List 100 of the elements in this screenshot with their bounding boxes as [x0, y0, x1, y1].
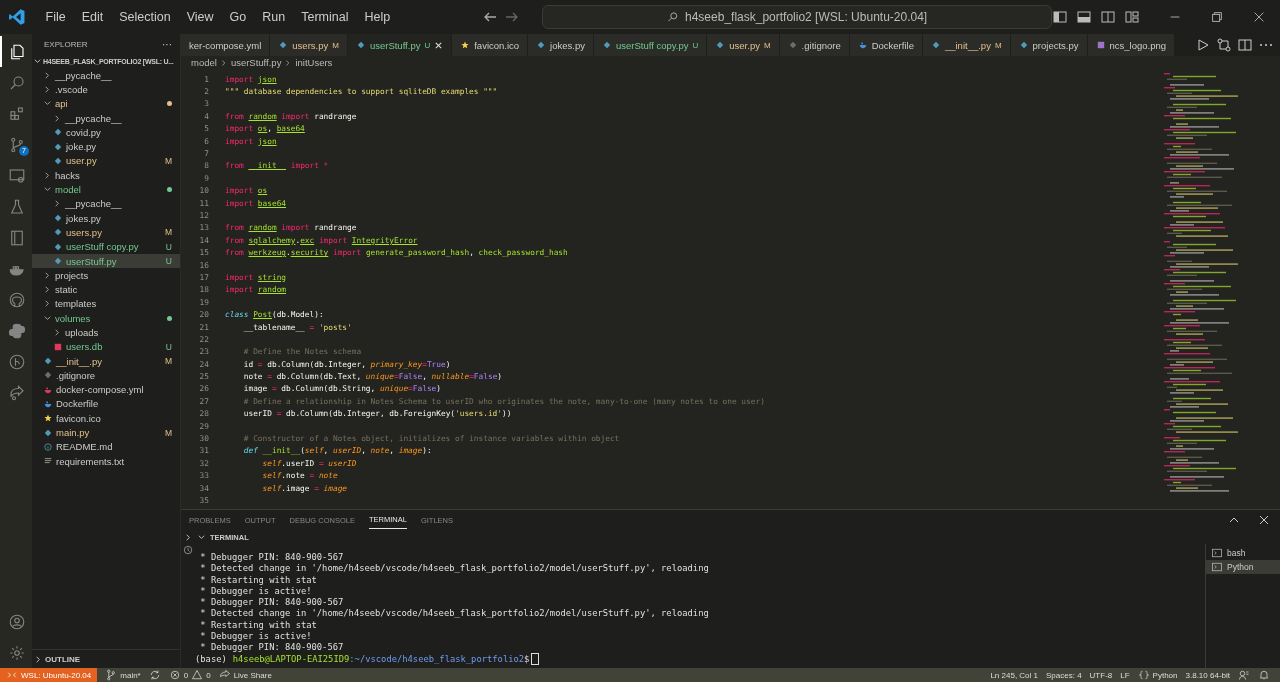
file-tree-item[interactable]: hacks [32, 168, 180, 183]
interpreter-version[interactable]: 3.8.10 64-bit [1185, 670, 1230, 680]
live-share-button[interactable]: Live Share [218, 669, 272, 681]
file-name: requirements.txt [56, 455, 126, 467]
terminal-line: * Detected change in '/home/h4seeb/vscode/h4seeb_flask_portfolio2/model/userStuff.py', reloading [199, 563, 710, 575]
outline-section-header[interactable]: OUTLINE [45, 654, 81, 664]
breadcrumb-item[interactable]: initUsers [295, 57, 333, 68]
file-tree-item[interactable]: uploads [32, 325, 180, 340]
file-tree-item[interactable]: __pycache__ [32, 68, 180, 83]
tab-label: __init__.py [944, 39, 991, 51]
menu-item[interactable]: Go [221, 10, 255, 24]
file-name: Dockerfile [56, 398, 100, 410]
command-center-field[interactable]: h4seeb_flask_portfolio2 [WSL: Ubuntu-20.04] [542, 5, 1052, 29]
breadcrumb-item[interactable]: model [191, 57, 217, 68]
menu-item[interactable]: Terminal [293, 10, 357, 24]
git-status-letter: U [165, 256, 172, 266]
file-name: user.py [66, 155, 98, 167]
menu-item[interactable]: View [178, 10, 222, 24]
git-status-letter: U [165, 341, 172, 352]
tab-label: favicon.ico [474, 39, 520, 51]
terminal-line: * Restarting with stat [199, 619, 318, 632]
editor-tab[interactable]: __init__.py M [922, 34, 1011, 56]
file-tree-item[interactable]: README.md [32, 439, 180, 454]
file-tree-item[interactable]: users.db U [32, 339, 180, 354]
file-name: covid.py [66, 126, 102, 138]
git-status-letter: U [424, 40, 431, 50]
file-tree-item[interactable]: .vscode [32, 82, 180, 97]
file-tree-item[interactable]: .gitignore [32, 368, 180, 383]
branch-indicator[interactable]: main* [105, 669, 141, 681]
explorer-title: EXPLORER [44, 39, 88, 49]
file-name: volumes [55, 312, 92, 324]
file-name: __init__.py [56, 355, 103, 367]
more-actions-button[interactable]: ··· [162, 38, 172, 50]
status-item[interactable]: LF [1120, 670, 1130, 680]
editor-tab[interactable]: favicon.ico [452, 34, 529, 56]
editor-tab[interactable]: projects.py [1010, 34, 1088, 56]
file-tree-item[interactable]: userStuff.py U [32, 253, 180, 269]
file-tree-item[interactable]: model [32, 182, 180, 197]
editor-tab[interactable]: userStuff.py U [347, 34, 453, 56]
file-tree-item[interactable]: favicon.ico [32, 411, 180, 426]
file-name: joke.py [66, 141, 98, 153]
editor-tab[interactable]: user.py M [707, 34, 780, 56]
file-tree-item[interactable]: requirements.txt [32, 454, 180, 469]
menu-item[interactable]: Edit [73, 10, 112, 24]
file-tree-item[interactable]: templates [32, 296, 180, 312]
menu-item[interactable]: Selection [111, 10, 179, 24]
file-tree-item[interactable]: docker-compose.yml [32, 382, 180, 397]
file-tree-item[interactable]: __init__.py M [32, 353, 180, 369]
editor-tab[interactable]: ker-compose.yml [181, 34, 271, 56]
tab-label: projects.py [1032, 39, 1079, 51]
file-name: hacks [55, 169, 81, 181]
file-tree-item[interactable]: users.py M [32, 225, 180, 240]
file-name: __pycache__ [55, 69, 113, 81]
file-tree-item[interactable]: covid.py [32, 125, 180, 140]
file-tree-item[interactable]: userStuff copy.py U [32, 239, 180, 254]
tab-label: user.py [729, 39, 760, 51]
breadcrumb-item[interactable]: userStuff.py [230, 57, 282, 68]
menu-item[interactable]: File [37, 10, 74, 24]
editor-tab[interactable]: Dockerfile [849, 34, 923, 56]
file-name: __pycache__ [65, 112, 123, 124]
tab-label: ker-compose.yml [189, 39, 262, 51]
status-item[interactable]: Ln 245, Col 1 [990, 670, 1038, 680]
editor-tab[interactable]: ncs_logo.png [1087, 34, 1176, 56]
command-center-text: h4seeb_flask_portfolio2 [WSL: Ubuntu-20.04] [685, 10, 928, 24]
status-item[interactable]: Spaces: 4 [1046, 670, 1082, 680]
terminal-list-item[interactable]: bash [1206, 546, 1280, 560]
file-tree-item[interactable]: joke.py [32, 139, 180, 154]
file-name: model [55, 184, 82, 195]
file-tree-item[interactable]: api [32, 96, 180, 111]
tab-label: userStuff.py [369, 39, 421, 51]
editor-tab[interactable]: userStuff copy.py U [593, 34, 708, 56]
terminal-line: * Restarting with stat [199, 574, 318, 586]
file-tree-item[interactable]: __pycache__ [32, 196, 180, 211]
editor-tab[interactable]: users.py M [270, 34, 348, 56]
file-name: static [55, 284, 79, 296]
menu-item[interactable]: Help [356, 10, 399, 24]
file-tree-item[interactable]: static [32, 282, 180, 297]
file-tree-item[interactable]: main.py M [32, 425, 180, 440]
terminal-line: * Debugger PIN: 840-900-567 [199, 597, 345, 609]
file-tree-item[interactable]: __pycache__ [32, 110, 180, 126]
editor-tab[interactable]: .gitignore [779, 34, 850, 56]
git-status-letter: M [332, 40, 339, 50]
problems-indicator[interactable]: 0 0 [168, 669, 211, 681]
file-name: .vscode [55, 83, 89, 95]
file-tree-item[interactable]: jokes.py [32, 210, 180, 226]
prompt-path: :~/vscode/h4seeb_flask_portfolio2 [349, 653, 525, 665]
warning-count: 0 [206, 670, 211, 680]
menu-item[interactable]: Run [254, 10, 294, 24]
tab-label: .gitignore [801, 39, 841, 51]
editor-tab[interactable]: jokes.py [528, 34, 594, 56]
tab-label: ncs_logo.png [1109, 39, 1167, 51]
file-tree-item[interactable]: user.py M [32, 153, 180, 169]
file-tree-item[interactable]: Dockerfile [32, 396, 180, 412]
terminal-list-item[interactable]: Python [1206, 560, 1280, 574]
tab-label: userStuff copy.py [615, 39, 689, 51]
file-tree-item[interactable]: volumes [32, 311, 180, 326]
language-mode[interactable]: Python [1137, 669, 1178, 681]
status-item[interactable]: UTF-8 [1089, 670, 1113, 680]
prompt-env: (base) [195, 653, 227, 665]
file-tree-item[interactable]: projects [32, 268, 180, 283]
